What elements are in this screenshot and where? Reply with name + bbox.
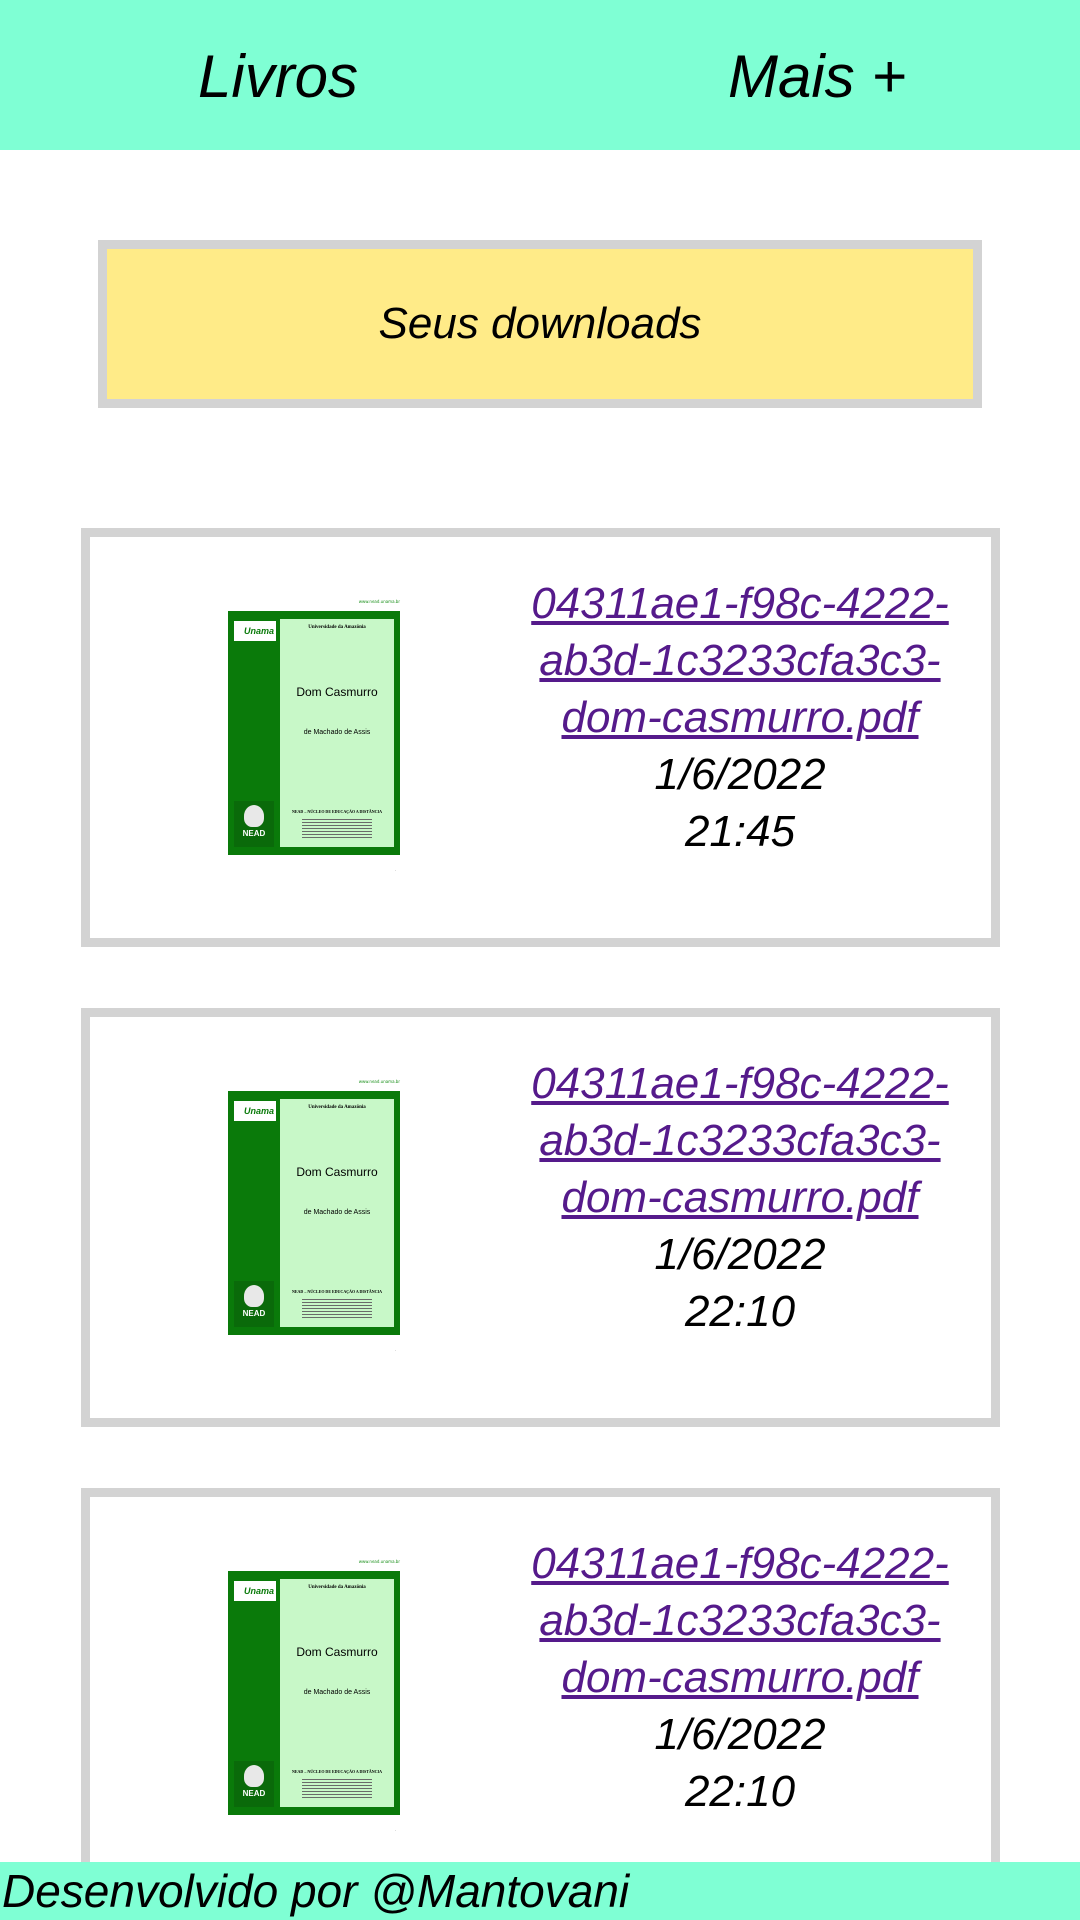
cover-nead-text: NEAD – NÚCLEO DE EDUCAÇÃO A DISTÂNCIA bbox=[291, 1769, 382, 1774]
owl-logo-text: NEAD bbox=[242, 1309, 266, 1318]
cover-title: Dom Casmurro bbox=[296, 1645, 378, 1659]
nav-books-link[interactable]: Livros bbox=[198, 42, 358, 111]
cover-page-mark: · bbox=[394, 868, 396, 873]
cover-book: Unama NEAD Universidade da Amazônia Dom … bbox=[228, 1571, 400, 1815]
owl-head-shape bbox=[244, 1765, 264, 1787]
download-card: www.nead.unama.br Unama NEAD Universidad… bbox=[81, 528, 1000, 947]
download-info: 04311ae1-f98c-4222-ab3d-1c3233cfa3c3-dom… bbox=[530, 575, 950, 860]
cover-page-mark: · bbox=[394, 1348, 396, 1353]
download-card: www.nead.unama.br Unama NEAD Universidad… bbox=[81, 1008, 1000, 1427]
cover-author: de Machado de Assis bbox=[303, 1209, 371, 1216]
download-file-link[interactable]: 04311ae1-f98c-4222-ab3d-1c3233cfa3c3-dom… bbox=[530, 575, 950, 746]
download-info: 04311ae1-f98c-4222-ab3d-1c3233cfa3c3-dom… bbox=[530, 1535, 950, 1820]
owl-logo-icon: NEAD bbox=[234, 1761, 274, 1807]
cover-address-lines bbox=[302, 1297, 372, 1319]
nav-more-link[interactable]: Mais + bbox=[728, 42, 906, 111]
cover-university: Universidade da Amazônia bbox=[308, 1585, 366, 1590]
cover-book: Unama NEAD Universidade da Amazônia Dom … bbox=[228, 611, 400, 855]
cover-title: Dom Casmurro bbox=[296, 685, 378, 699]
cover-author: de Machado de Assis bbox=[303, 729, 371, 736]
owl-logo-icon: NEAD bbox=[234, 801, 274, 847]
owl-logo-text: NEAD bbox=[242, 1789, 266, 1798]
cover-site-text: www.nead.unama.br bbox=[358, 1559, 400, 1564]
cover-address-lines bbox=[302, 817, 372, 839]
downloads-title: Seus downloads bbox=[378, 299, 702, 348]
footer-credit: Desenvolvido por @Mantovani bbox=[2, 1865, 630, 1917]
cover-address-lines bbox=[302, 1777, 372, 1799]
unama-logo: Unama bbox=[234, 1581, 276, 1601]
download-time: 22:10 bbox=[684, 1767, 796, 1816]
downloads-header-box: Seus downloads bbox=[98, 240, 982, 408]
cover-nead-text: NEAD – NÚCLEO DE EDUCAÇÃO A DISTÂNCIA bbox=[291, 809, 382, 814]
download-date: 1/6/2022 bbox=[654, 1230, 826, 1279]
owl-logo-icon: NEAD bbox=[234, 1281, 274, 1327]
cover-page-mark: · bbox=[394, 1828, 396, 1833]
download-file-link[interactable]: 04311ae1-f98c-4222-ab3d-1c3233cfa3c3-dom… bbox=[530, 1055, 950, 1226]
download-time: 22:10 bbox=[684, 1287, 796, 1336]
cover-site-text: www.nead.unama.br bbox=[358, 599, 400, 604]
download-info: 04311ae1-f98c-4222-ab3d-1c3233cfa3c3-dom… bbox=[530, 1055, 950, 1340]
cover-inner-panel: Universidade da Amazônia Dom Casmurro de… bbox=[280, 619, 394, 847]
download-card: www.nead.unama.br Unama NEAD Universidad… bbox=[81, 1488, 1000, 1888]
download-date: 1/6/2022 bbox=[654, 750, 826, 799]
owl-head-shape bbox=[244, 805, 264, 827]
footer-bar: Desenvolvido por @Mantovani bbox=[0, 1862, 1080, 1920]
cover-inner-panel: Universidade da Amazônia Dom Casmurro de… bbox=[280, 1579, 394, 1807]
cover-university: Universidade da Amazônia bbox=[308, 1105, 366, 1110]
cover-inner-panel: Universidade da Amazônia Dom Casmurro de… bbox=[280, 1099, 394, 1327]
cover-book: Unama NEAD Universidade da Amazônia Dom … bbox=[228, 1091, 400, 1335]
top-nav-bar: Livros Mais + bbox=[0, 0, 1080, 150]
cover-author: de Machado de Assis bbox=[303, 1689, 371, 1696]
cover-university: Universidade da Amazônia bbox=[308, 625, 366, 630]
book-cover-thumbnail[interactable]: www.nead.unama.br Unama NEAD Universidad… bbox=[228, 1559, 400, 1833]
app-root: Livros Mais + Seus downloads www.nead.un… bbox=[0, 0, 1080, 1920]
cover-site-text: www.nead.unama.br bbox=[358, 1079, 400, 1084]
download-file-link[interactable]: 04311ae1-f98c-4222-ab3d-1c3233cfa3c3-dom… bbox=[530, 1535, 950, 1706]
book-cover-thumbnail[interactable]: www.nead.unama.br Unama NEAD Universidad… bbox=[228, 1079, 400, 1353]
unama-logo: Unama bbox=[234, 621, 276, 641]
book-cover-thumbnail[interactable]: www.nead.unama.br Unama NEAD Universidad… bbox=[228, 599, 400, 873]
cover-nead-text: NEAD – NÚCLEO DE EDUCAÇÃO A DISTÂNCIA bbox=[291, 1289, 382, 1294]
cover-title: Dom Casmurro bbox=[296, 1165, 378, 1179]
owl-logo-text: NEAD bbox=[242, 829, 266, 838]
owl-head-shape bbox=[244, 1285, 264, 1307]
unama-logo: Unama bbox=[234, 1101, 276, 1121]
download-date: 1/6/2022 bbox=[654, 1710, 826, 1759]
download-time: 21:45 bbox=[684, 807, 796, 856]
